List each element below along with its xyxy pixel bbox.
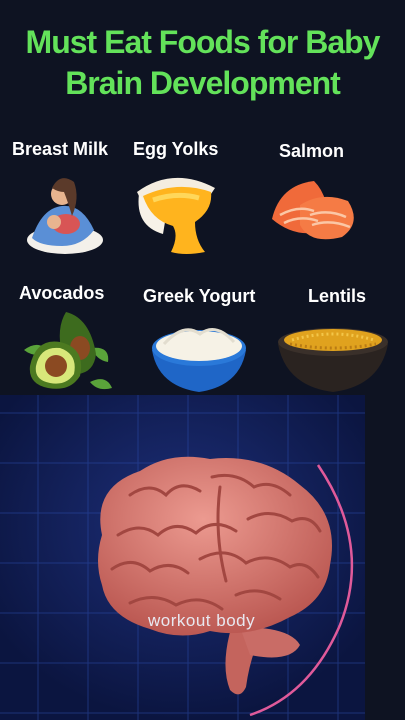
yogurt-icon (152, 328, 246, 392)
food-label-lentils: Lentils (308, 286, 367, 306)
food-label-egg-yolks: Egg Yolks (133, 139, 219, 159)
food-label-breast-milk: Breast Milk (12, 139, 109, 159)
food-label-salmon: Salmon (279, 141, 345, 161)
food-label-greek-yogurt: Greek Yogurt (143, 286, 256, 306)
food-label-avocados: Avocados (19, 283, 105, 303)
egg-yolk-icon (137, 177, 215, 254)
brain-illustration (0, 395, 365, 720)
brain-panel (0, 395, 365, 720)
lentils-icon (278, 328, 388, 392)
salmon-icon (272, 181, 354, 240)
page-title: Must Eat Foods for Baby Brain Developmen… (25, 24, 381, 101)
video-caption: workout body (148, 611, 256, 630)
breastfeeding-icon (27, 178, 103, 254)
avocado-icon (24, 312, 112, 390)
